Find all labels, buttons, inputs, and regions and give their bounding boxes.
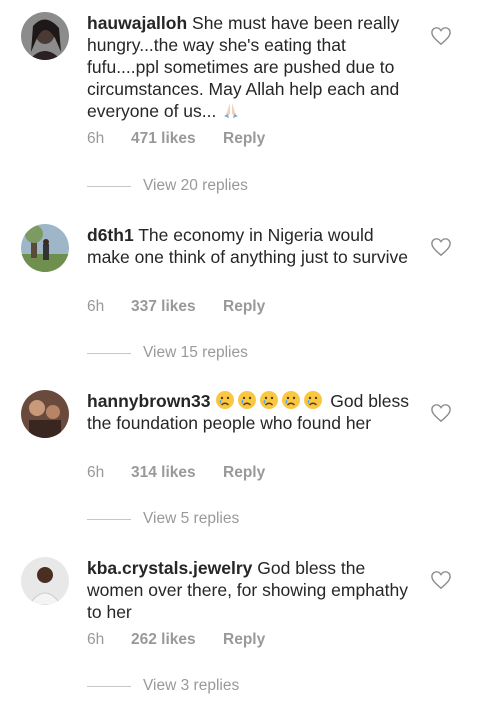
view-replies-button[interactable]: View 5 replies xyxy=(87,510,239,528)
crying-face-icon xyxy=(237,390,257,410)
comment-username[interactable]: hauwajalloh xyxy=(87,13,187,33)
comment-body: The economy in Nigeria would make one th… xyxy=(87,225,409,267)
folded-hands-icon xyxy=(221,100,241,120)
comment-time: 6h xyxy=(87,298,105,315)
comment-likes[interactable]: 262 likes xyxy=(131,631,223,649)
divider-line xyxy=(87,352,131,354)
like-heart-icon[interactable] xyxy=(430,403,452,423)
comment-meta: 6h 262 likes Reply xyxy=(87,631,265,649)
view-replies-label: View 5 replies xyxy=(143,510,240,527)
avatar[interactable] xyxy=(21,12,69,60)
avatar-photo-icon xyxy=(21,12,69,60)
comment-text-block: hauwajalloh She must have been really hu… xyxy=(87,12,417,122)
comment-time: 6h xyxy=(87,130,105,147)
crying-face-icon xyxy=(303,390,323,410)
crying-face-icon xyxy=(259,390,279,410)
comment-time: 6h xyxy=(87,631,105,648)
like-heart-icon[interactable] xyxy=(430,237,452,257)
comment-meta: 6h 314 likes Reply xyxy=(87,464,265,482)
divider-line xyxy=(87,185,131,187)
avatar[interactable] xyxy=(21,224,69,272)
comment-meta: 6h 471 likes Reply xyxy=(87,130,265,148)
comment-username[interactable]: hannybrown33 xyxy=(87,391,211,411)
avatar-photo-icon xyxy=(21,390,69,438)
view-replies-label: View 3 replies xyxy=(143,677,240,694)
crying-face-icon xyxy=(281,390,301,410)
avatar-photo-icon xyxy=(21,224,69,272)
comment-text-block: kba.crystals.jewelry God bless the women… xyxy=(87,557,417,623)
comment-likes[interactable]: 337 likes xyxy=(131,298,223,316)
comment-likes[interactable]: 314 likes xyxy=(131,464,223,482)
view-replies-label: View 20 replies xyxy=(143,177,248,194)
view-replies-label: View 15 replies xyxy=(143,344,248,361)
comment-likes[interactable]: 471 likes xyxy=(131,130,223,148)
comment-username[interactable]: kba.crystals.jewelry xyxy=(87,558,252,578)
crying-face-icon xyxy=(215,390,235,410)
comment-text-block: hannybrown33 God bless the foundation pe… xyxy=(87,390,417,434)
divider-line xyxy=(87,518,131,520)
avatar[interactable] xyxy=(21,390,69,438)
comment-username[interactable]: d6th1 xyxy=(87,225,134,245)
comment-time: 6h xyxy=(87,464,105,481)
avatar[interactable] xyxy=(21,557,69,605)
view-replies-button[interactable]: View 15 replies xyxy=(87,344,248,362)
like-heart-icon[interactable] xyxy=(430,570,452,590)
view-replies-button[interactable]: View 20 replies xyxy=(87,177,248,195)
reply-button[interactable]: Reply xyxy=(223,631,265,649)
view-replies-button[interactable]: View 3 replies xyxy=(87,677,239,695)
comment-text-block: d6th1 The economy in Nigeria would make … xyxy=(87,224,417,268)
reply-button[interactable]: Reply xyxy=(223,130,265,148)
divider-line xyxy=(87,685,131,687)
like-heart-icon[interactable] xyxy=(430,26,452,46)
reply-button[interactable]: Reply xyxy=(223,298,265,316)
reply-button[interactable]: Reply xyxy=(223,464,265,482)
avatar-photo-icon xyxy=(21,557,69,605)
comment-meta: 6h 337 likes Reply xyxy=(87,298,265,316)
crying-face-emojis xyxy=(215,391,330,411)
